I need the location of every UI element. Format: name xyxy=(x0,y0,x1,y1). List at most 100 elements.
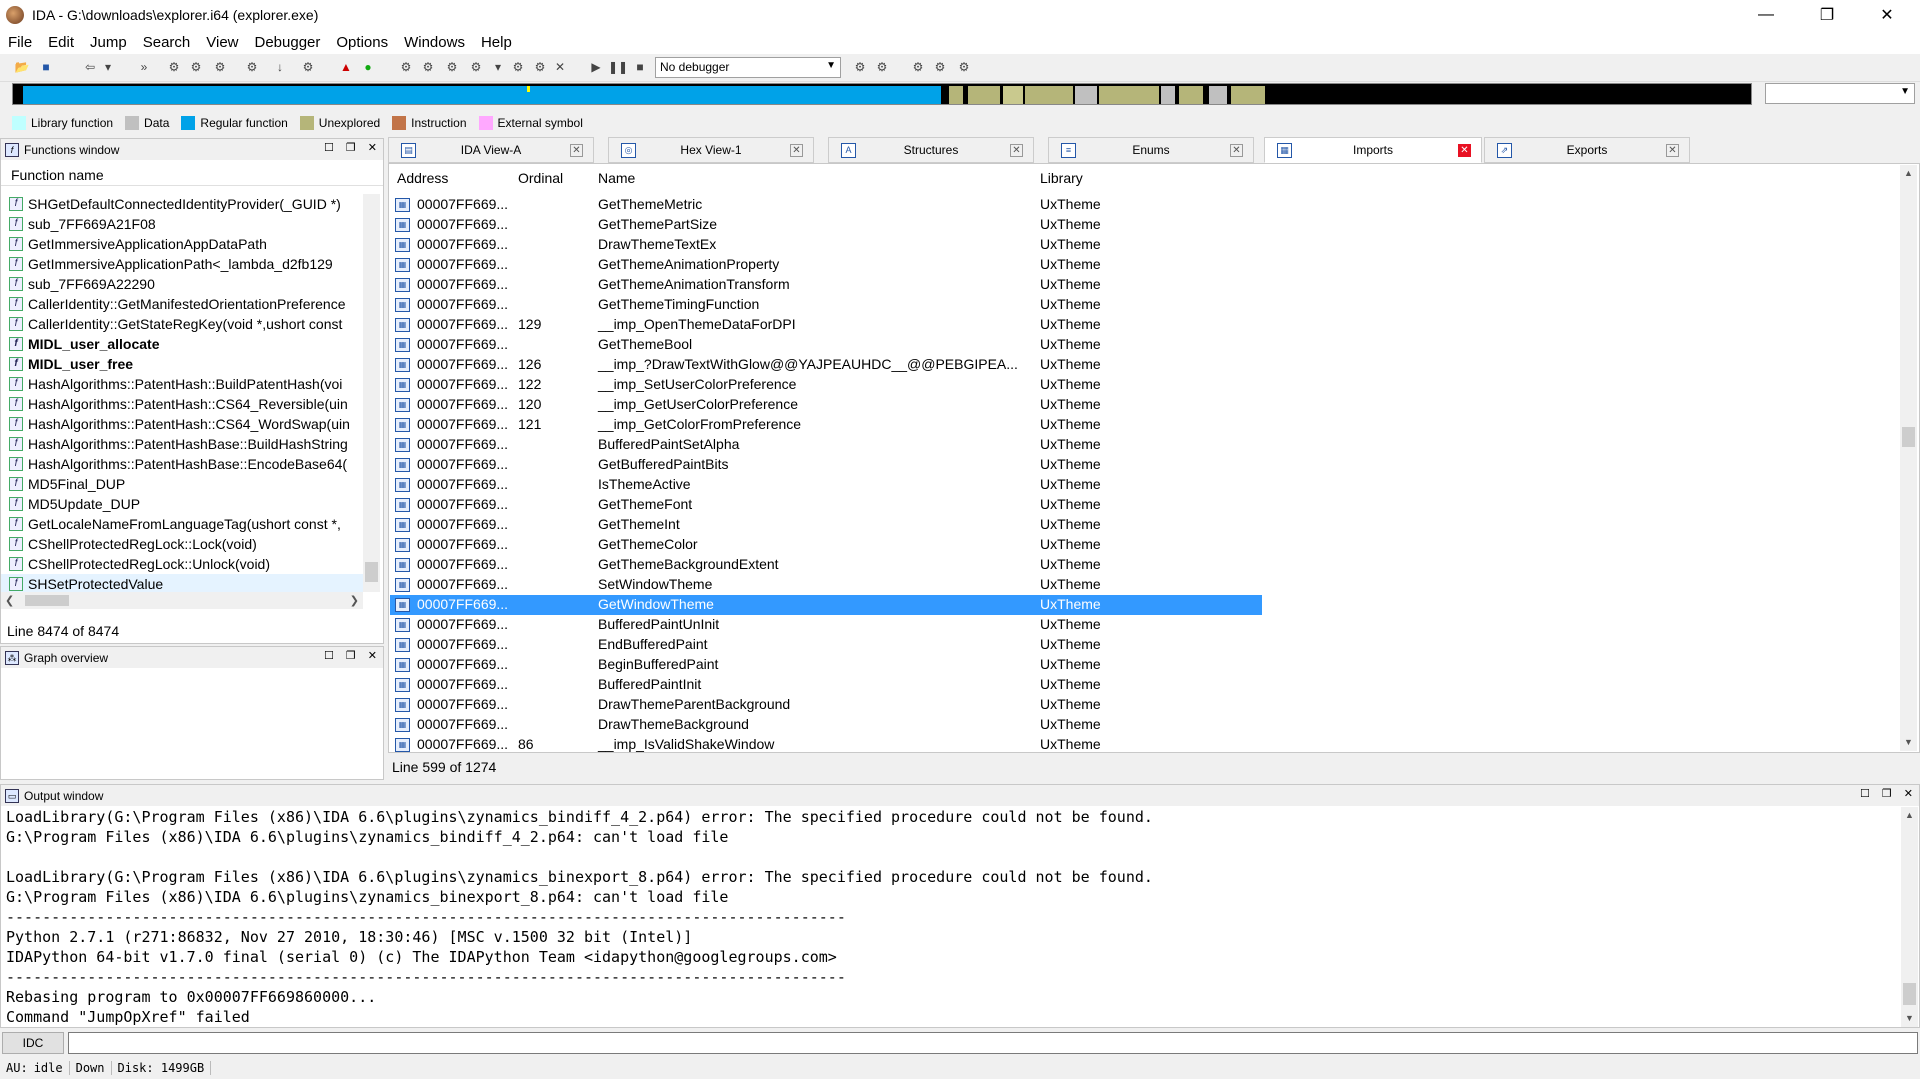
functions-column-header[interactable]: Function name xyxy=(1,160,383,186)
restore-icon[interactable]: ☐ xyxy=(324,649,334,662)
list-item[interactable]: f sub_7FF669A21F08 xyxy=(1,214,363,234)
close-icon[interactable]: ✕ xyxy=(1010,144,1023,157)
table-row[interactable]: ▦ 00007FF669... BufferedPaintSetAlpha UxThe… xyxy=(390,435,1262,455)
chevron-down-icon[interactable]: ▼ xyxy=(1901,1010,1918,1027)
list-item[interactable]: f SHGetDefaultConnectedIdentityProvider(_… xyxy=(1,194,363,214)
tool-icon[interactable]: ⚙ xyxy=(932,59,948,75)
list-item[interactable]: f HashAlgorithms::PatentHash::CS64_WordSw… xyxy=(1,414,363,434)
tool-icon[interactable]: ⚙ xyxy=(874,59,890,75)
list-item[interactable]: f HashAlgorithms::PatentHash::BuildPatent… xyxy=(1,374,363,394)
table-row[interactable]: ▦ 00007FF669... DrawThemeTextEx UxTheme xyxy=(390,235,1262,255)
table-row[interactable]: ▦ 00007FF669... 126 __imp_?DrawTextWithGlow… xyxy=(390,355,1262,375)
close-icon[interactable]: ✕ xyxy=(1666,144,1679,157)
menu-help[interactable]: Help xyxy=(473,34,520,51)
menu-file[interactable]: File xyxy=(0,34,40,51)
float-icon[interactable]: ❐ xyxy=(346,141,356,154)
down-arrow-icon[interactable]: ↓ xyxy=(272,59,288,75)
table-row[interactable]: ▦ 00007FF669... DrawThemeBackground UxTheme xyxy=(390,715,1262,735)
menu-view[interactable]: View xyxy=(198,34,246,51)
list-item[interactable]: f MD5Update_DUP xyxy=(1,494,363,514)
navigation-band[interactable] xyxy=(12,83,1752,105)
menu-search[interactable]: Search xyxy=(135,34,199,51)
debugger-select[interactable]: No debugger ▼ xyxy=(655,57,841,78)
cross-icon[interactable]: ✕ xyxy=(552,59,568,75)
chevron-left-icon[interactable]: ❮ xyxy=(5,594,14,607)
tool-icon[interactable]: ⚙ xyxy=(188,59,204,75)
output-vertical-scrollbar[interactable]: ▲ ▼ xyxy=(1901,807,1918,1027)
dropdown-icon[interactable]: ▾ xyxy=(490,59,506,75)
functions-horizontal-scrollbar[interactable]: ❮ ❯ xyxy=(1,592,363,609)
stop-icon[interactable]: ■ xyxy=(632,59,648,75)
maximize-button[interactable]: ❐ xyxy=(1804,0,1850,30)
list-item[interactable]: f GetImmersiveApplicationAppDataPath xyxy=(1,234,363,254)
chevron-up-icon[interactable]: ▲ xyxy=(1900,165,1917,182)
tab-enums[interactable]: ≡ Enums ✕ xyxy=(1048,137,1254,163)
table-row[interactable]: ▦ 00007FF669... GetThemePartSize UxTheme xyxy=(390,215,1262,235)
close-icon[interactable]: ✕ xyxy=(368,141,377,154)
column-header-ordinal[interactable]: Ordinal xyxy=(518,170,563,186)
tab-exports[interactable]: ⇗ Exports ✕ xyxy=(1484,137,1690,163)
column-header-library[interactable]: Library xyxy=(1040,170,1083,186)
table-row[interactable]: ▦ 00007FF669... GetWindowTheme UxTheme xyxy=(390,595,1262,615)
close-icon[interactable]: ✕ xyxy=(1904,787,1913,800)
functions-vertical-scrollbar[interactable] xyxy=(363,194,380,592)
tool-icon[interactable]: ⚙ xyxy=(468,59,484,75)
table-row[interactable]: ▦ 00007FF669... BufferedPaintInit UxTheme xyxy=(390,675,1262,695)
navigation-select[interactable]: ▼ xyxy=(1765,83,1915,104)
close-icon[interactable]: ✕ xyxy=(570,144,583,157)
close-icon[interactable]: ✕ xyxy=(1230,144,1243,157)
tool-icon[interactable]: ⚙ xyxy=(398,59,414,75)
idc-language-button[interactable]: IDC xyxy=(2,1032,64,1054)
menu-windows[interactable]: Windows xyxy=(396,34,473,51)
restore-icon[interactable]: ☐ xyxy=(324,141,334,154)
float-icon[interactable]: ❐ xyxy=(1882,787,1892,800)
tool-icon[interactable]: ⚙ xyxy=(212,59,228,75)
table-row[interactable]: ▦ 00007FF669... BeginBufferedPaint UxTheme xyxy=(390,655,1262,675)
column-header-name[interactable]: Name xyxy=(598,170,635,186)
list-item[interactable]: f HashAlgorithms::PatentHashBase::EncodeB… xyxy=(1,454,363,474)
tool-icon[interactable]: ⚙ xyxy=(166,59,182,75)
tool-icon[interactable]: ⚙ xyxy=(420,59,436,75)
menu-options[interactable]: Options xyxy=(328,34,396,51)
list-item[interactable]: f MIDL_user_allocate xyxy=(1,334,363,354)
list-item[interactable]: f CShellProtectedRegLock::Unlock(void) xyxy=(1,554,363,574)
back-dropdown-icon[interactable]: ▾ xyxy=(100,59,116,75)
graph-icon[interactable]: ▲ xyxy=(338,59,354,75)
imports-vertical-scrollbar[interactable]: ▲ ▼ xyxy=(1900,165,1917,751)
table-row[interactable]: ▦ 00007FF669... GetThemeAnimationTransform… xyxy=(390,275,1262,295)
tab-imports[interactable]: ▦ Imports ✕ xyxy=(1264,137,1482,163)
table-row[interactable]: ▦ 00007FF669... GetBufferedPaintBits UxThem… xyxy=(390,455,1262,475)
table-row[interactable]: ▦ 00007FF669... 120 __imp_GetUserColorPrefe… xyxy=(390,395,1262,415)
tool-icon[interactable]: ⚙ xyxy=(532,59,548,75)
chevron-down-icon[interactable]: ▼ xyxy=(1900,734,1917,751)
list-item[interactable]: f CallerIdentity::GetStateRegKey(void *,u… xyxy=(1,314,363,334)
table-row[interactable]: ▦ 00007FF669... GetThemeColor UxTheme xyxy=(390,535,1262,555)
list-item[interactable]: f MIDL_user_free xyxy=(1,354,363,374)
table-row[interactable]: ▦ 00007FF669... DrawThemeParentBackground U… xyxy=(390,695,1262,715)
table-row[interactable]: ▦ 00007FF669... GetThemeMetric UxTheme xyxy=(390,195,1262,215)
table-row[interactable]: ▦ 00007FF669... 86 __imp_IsValidShakeWindow… xyxy=(390,735,1262,755)
column-header-address[interactable]: Address xyxy=(397,170,448,186)
tool-icon[interactable]: ⚙ xyxy=(300,59,316,75)
run-circle-icon[interactable]: ● xyxy=(360,59,376,75)
output-log[interactable]: LoadLibrary(G:\Program Files (x86)\IDA 6… xyxy=(1,806,1919,1028)
table-row[interactable]: ▦ 00007FF669... 129 __imp_OpenThemeDataForD… xyxy=(390,315,1262,335)
table-row[interactable]: ▦ 00007FF669... 122 __imp_SetUserColorPrefe… xyxy=(390,375,1262,395)
tool-icon[interactable]: ⚙ xyxy=(956,59,972,75)
list-item[interactable]: f sub_7FF669A22290 xyxy=(1,274,363,294)
restore-icon[interactable]: ☐ xyxy=(1860,787,1870,800)
tool-icon[interactable]: ⚙ xyxy=(510,59,526,75)
minimize-button[interactable]: — xyxy=(1743,0,1789,30)
menu-edit[interactable]: Edit xyxy=(40,34,82,51)
list-item[interactable]: f GetImmersiveApplicationPath<_lambda_d2f… xyxy=(1,254,363,274)
table-row[interactable]: ▦ 00007FF669... GetThemeFont UxTheme xyxy=(390,495,1262,515)
table-row[interactable]: ▦ 00007FF669... GetThemeBool UxTheme xyxy=(390,335,1262,355)
menu-jump[interactable]: Jump xyxy=(82,34,135,51)
close-icon[interactable]: ✕ xyxy=(368,649,377,662)
table-row[interactable]: ▦ 00007FF669... BufferedPaintUnInit UxTheme xyxy=(390,615,1262,635)
table-row[interactable]: ▦ 00007FF669... EndBufferedPaint UxTheme xyxy=(390,635,1262,655)
list-item[interactable]: f HashAlgorithms::PatentHash::CS64_Revers… xyxy=(1,394,363,414)
tool-icon[interactable]: ⚙ xyxy=(910,59,926,75)
table-row[interactable]: ▦ 00007FF669... GetThemeTimingFunction UxTh… xyxy=(390,295,1262,315)
table-row[interactable]: ▦ 00007FF669... 121 __imp_GetColorFromPrefe… xyxy=(390,415,1262,435)
